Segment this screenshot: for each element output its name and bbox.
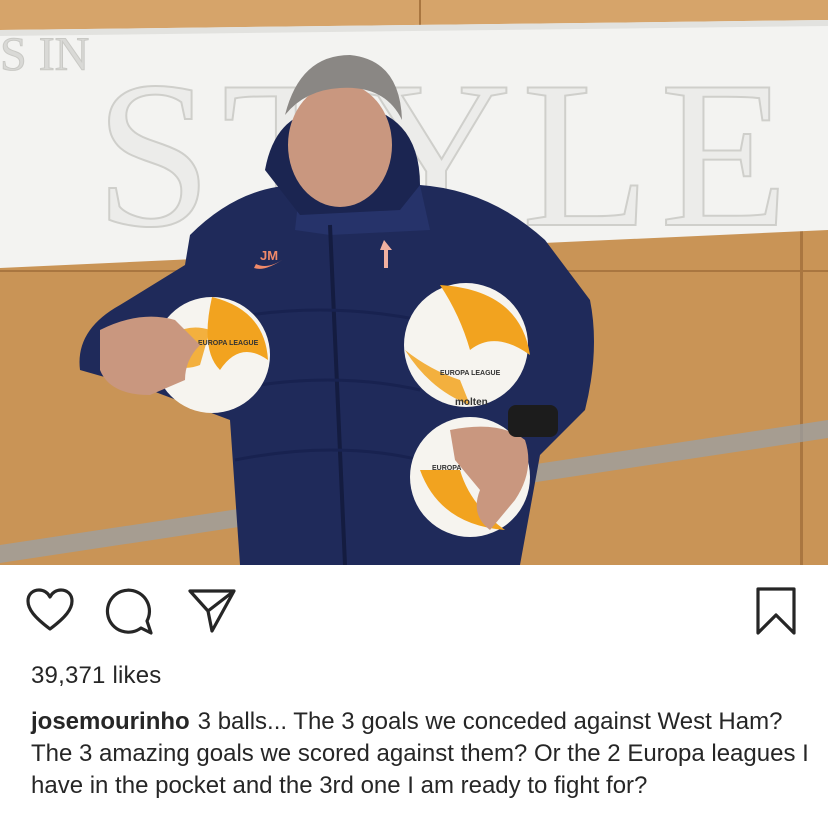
- like-button[interactable]: [24, 585, 76, 637]
- caption-username[interactable]: josemourinho: [31, 708, 190, 735]
- heart-icon: [26, 588, 74, 631]
- paper-plane-icon: [188, 589, 236, 633]
- comment-button[interactable]: [104, 585, 156, 637]
- photo-illustration: S IN STYLE JM EUROPA LEAGUE EUROPA LEAGU…: [0, 0, 828, 565]
- instagram-post: S IN STYLE JM EUROPA LEAGUE EUROPA LEAGU…: [0, 0, 828, 834]
- post-photo[interactable]: S IN STYLE JM EUROPA LEAGUE EUROPA LEAGU…: [0, 0, 828, 565]
- jacket-initials: JM: [260, 248, 278, 263]
- ball-label-1: EUROPA LEAGUE: [198, 340, 259, 347]
- wall-text-small: S IN: [0, 28, 89, 81]
- bookmark-icon: [756, 587, 796, 635]
- ball-label-2: EUROPA LEAGUE: [440, 370, 501, 377]
- post-caption: josemourinho 3 balls... The 3 goals we co…: [31, 706, 811, 802]
- action-bar: [0, 585, 828, 645]
- likes-count[interactable]: 39,371 likes: [31, 662, 162, 690]
- ball-brand: molten: [455, 397, 488, 408]
- share-button[interactable]: [186, 585, 238, 637]
- save-button[interactable]: [750, 585, 802, 637]
- watch-icon: [508, 405, 558, 437]
- comment-icon: [105, 588, 153, 635]
